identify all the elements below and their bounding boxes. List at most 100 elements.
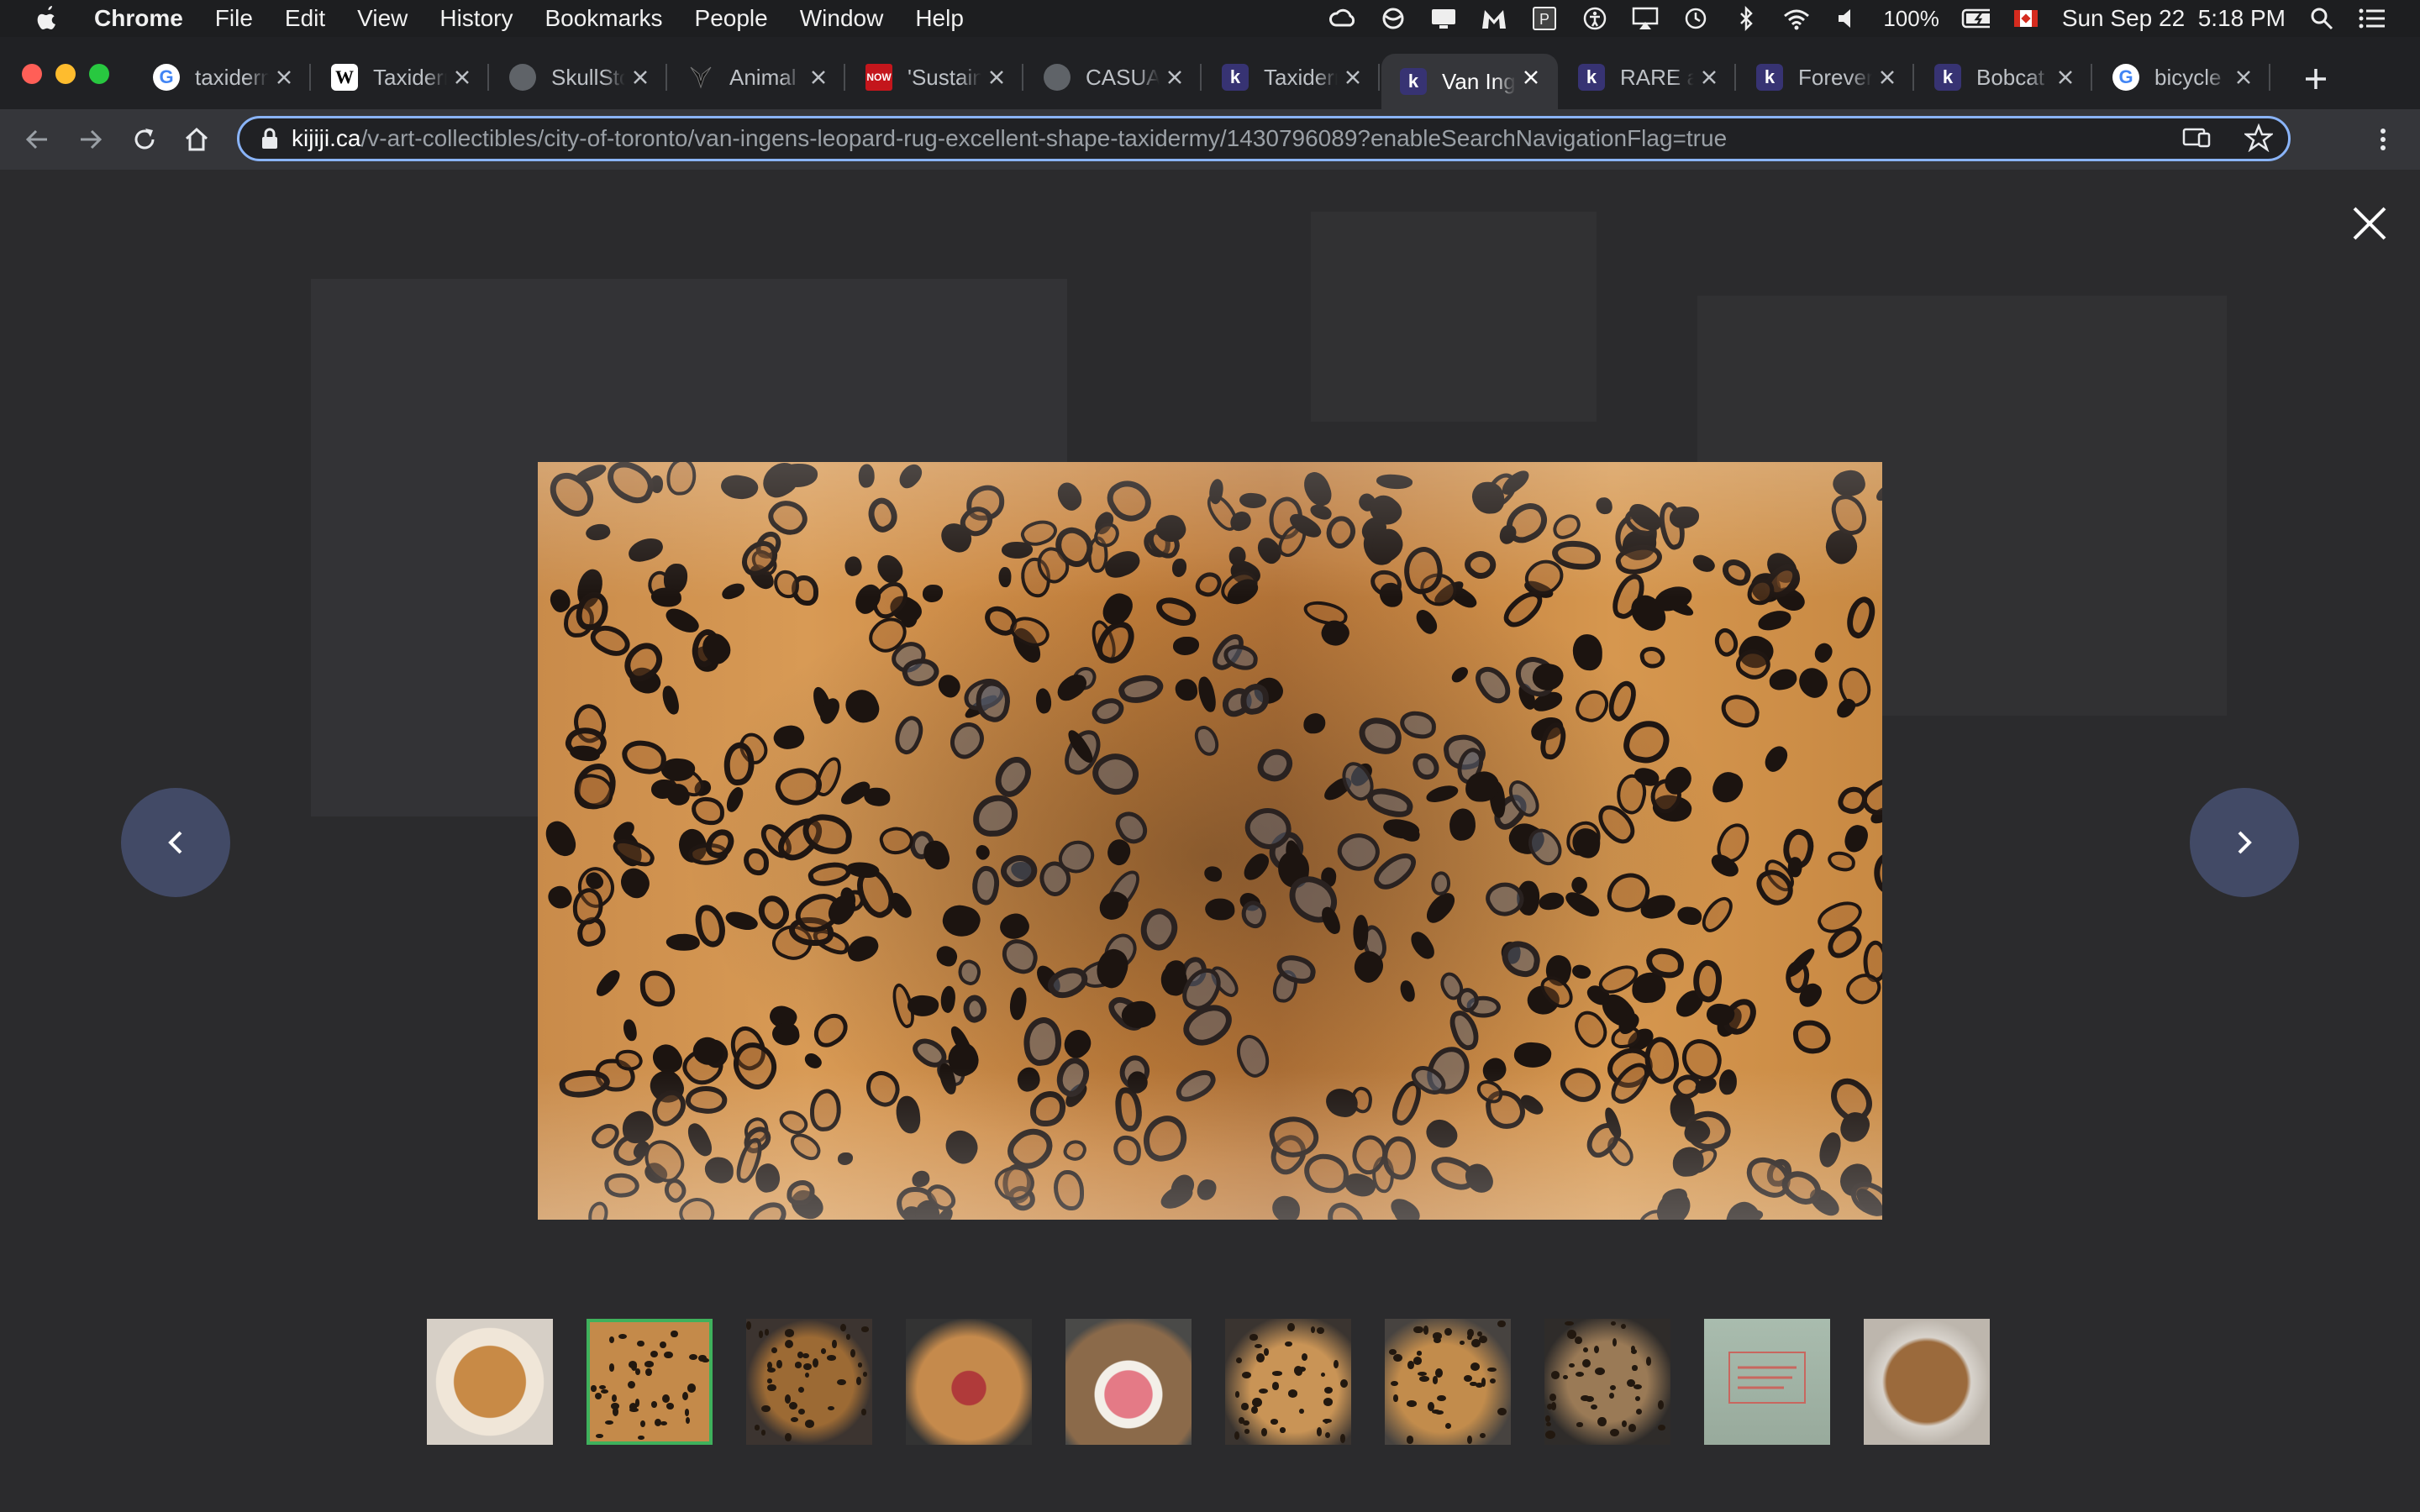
thumb-rug-fur[interactable] <box>587 1319 713 1445</box>
clock[interactable]: Sun Sep 22 5:18 PM <box>2062 5 2286 32</box>
display-icon[interactable] <box>1429 6 1458 31</box>
wifi-icon[interactable] <box>1782 6 1811 31</box>
notification-center-icon[interactable] <box>2358 6 2386 31</box>
fur-rosette <box>603 1172 641 1200</box>
reload-button[interactable] <box>126 121 163 158</box>
fur-rosette <box>1669 1093 1696 1128</box>
airplay-icon[interactable] <box>1631 6 1660 31</box>
fur-rosette <box>771 759 828 813</box>
fur-rosette <box>662 759 710 801</box>
thumb-rosette <box>1608 1392 1614 1399</box>
fur-rosette <box>1830 466 1868 501</box>
menu-app-chrome[interactable]: Chrome <box>94 5 183 32</box>
menu-file[interactable]: File <box>215 5 253 32</box>
address-bar[interactable]: kijiji.ca/v-art-collectibles/city-of-tor… <box>237 116 2291 161</box>
tab-9[interactable]: k Forever <box>1738 54 1914 101</box>
menu-edit[interactable]: Edit <box>285 5 325 32</box>
thumb-head-snarl[interactable] <box>906 1319 1032 1445</box>
thumb-label[interactable] <box>1704 1319 1830 1445</box>
fur-rosette <box>1266 1111 1323 1163</box>
tab-11[interactable]: Gbicycle <box>2094 54 2270 101</box>
p-app-icon[interactable]: P <box>1530 6 1559 31</box>
fur-rosette <box>1595 496 1613 516</box>
tab-3[interactable]: Animal <box>669 54 845 101</box>
tab-close-icon[interactable] <box>1521 67 1541 87</box>
tab-close-icon[interactable] <box>1877 67 1897 87</box>
close-gallery-icon[interactable] <box>2349 203 2390 244</box>
fur-rosette <box>1844 1177 1882 1220</box>
address-bar-actions <box>2182 123 2273 152</box>
battery-icon[interactable] <box>1961 6 1990 31</box>
thumb-rosette <box>1419 1376 1430 1383</box>
thumb-rosette <box>651 1401 657 1408</box>
window-minimize-button[interactable] <box>55 64 76 84</box>
malwarebytes-icon[interactable] <box>1480 6 1508 31</box>
tab-0[interactable]: Gtaxiderm <box>134 54 311 101</box>
accessibility-icon[interactable] <box>1581 6 1609 31</box>
fur-rosette <box>1378 1134 1419 1182</box>
fur-rosette <box>996 908 1034 944</box>
previous-image-button[interactable] <box>121 788 230 897</box>
menu-bookmarks[interactable]: Bookmarks <box>544 5 662 32</box>
tab-close-icon[interactable] <box>2233 67 2254 87</box>
tab-2[interactable]: SkullStor <box>491 54 667 101</box>
chrome-menu-button[interactable] <box>2365 121 2402 158</box>
fur-rosette <box>860 1066 906 1111</box>
tab-10[interactable]: k Bobcat <box>1916 54 2092 101</box>
volume-icon[interactable] <box>1833 6 1861 31</box>
menu-window[interactable]: Window <box>800 5 884 32</box>
tab-4[interactable]: NOW 'Sustain <box>847 54 1023 101</box>
apple-icon[interactable] <box>34 4 60 33</box>
bookmark-star-icon[interactable] <box>2244 123 2273 152</box>
creative-cloud-icon[interactable] <box>1328 6 1357 31</box>
bluetooth-icon[interactable] <box>1732 6 1760 31</box>
forward-button[interactable] <box>72 121 109 158</box>
tab-title: Bobcat <box>1976 64 2044 90</box>
new-tab-icon[interactable] <box>2299 62 2333 96</box>
fur-rosette <box>837 777 873 810</box>
menu-people[interactable]: People <box>695 5 768 32</box>
tab-5[interactable]: CASUAL <box>1025 54 1202 101</box>
thumb-rug-back[interactable] <box>746 1319 872 1445</box>
tab-close-icon[interactable] <box>2055 67 2075 87</box>
tab-close-icon[interactable] <box>808 67 829 87</box>
tab-close-icon[interactable] <box>452 67 472 87</box>
tab-close-icon[interactable] <box>1165 67 1185 87</box>
thumb-mouth-teeth[interactable] <box>1065 1319 1192 1445</box>
tab-close-icon[interactable] <box>1699 67 1719 87</box>
tab-1[interactable]: W Taxiderm <box>313 54 489 101</box>
fur-rosette <box>1370 1156 1396 1194</box>
tab-8[interactable]: k RARE a <box>1560 54 1736 101</box>
menu-help[interactable]: Help <box>915 5 964 32</box>
tab-6[interactable]: k Taxiderm <box>1203 54 1380 101</box>
browser-toolbar: kijiji.ca/v-art-collectibles/city-of-tor… <box>0 109 2420 170</box>
next-image-button[interactable] <box>2190 788 2299 897</box>
menu-history[interactable]: History <box>439 5 513 32</box>
thumb-rug-felt[interactable] <box>1864 1319 1990 1445</box>
tab-close-icon[interactable] <box>630 67 650 87</box>
lock-icon[interactable] <box>261 128 278 150</box>
thumb-rosette <box>637 1436 644 1441</box>
fur-rosette <box>1048 521 1099 572</box>
tab-close-icon[interactable] <box>986 67 1007 87</box>
cast-icon[interactable] <box>2182 123 2211 152</box>
fur-rosette <box>754 528 784 563</box>
window-close-button[interactable] <box>22 64 42 84</box>
thumb-head-side[interactable] <box>1225 1319 1351 1445</box>
menu-view[interactable]: View <box>357 5 408 32</box>
time-machine-icon[interactable] <box>1681 6 1710 31</box>
thumb-rug-full[interactable] <box>427 1319 553 1445</box>
tab-close-icon[interactable] <box>1343 67 1363 87</box>
fur-rosette <box>800 811 855 857</box>
tab-close-icon[interactable] <box>274 67 294 87</box>
spotlight-search-icon[interactable] <box>2307 6 2336 31</box>
thumb-rosette <box>1241 1403 1249 1410</box>
window-zoom-button[interactable] <box>89 64 109 84</box>
back-button[interactable] <box>18 121 55 158</box>
thumb-head-top[interactable] <box>1544 1319 1670 1445</box>
tab-7[interactable]: k Van Inge <box>1381 54 1558 109</box>
canada-flag-icon[interactable] <box>2012 6 2040 31</box>
sync-icon[interactable] <box>1379 6 1407 31</box>
thumb-head-profile[interactable] <box>1385 1319 1511 1445</box>
home-button[interactable] <box>178 121 215 158</box>
